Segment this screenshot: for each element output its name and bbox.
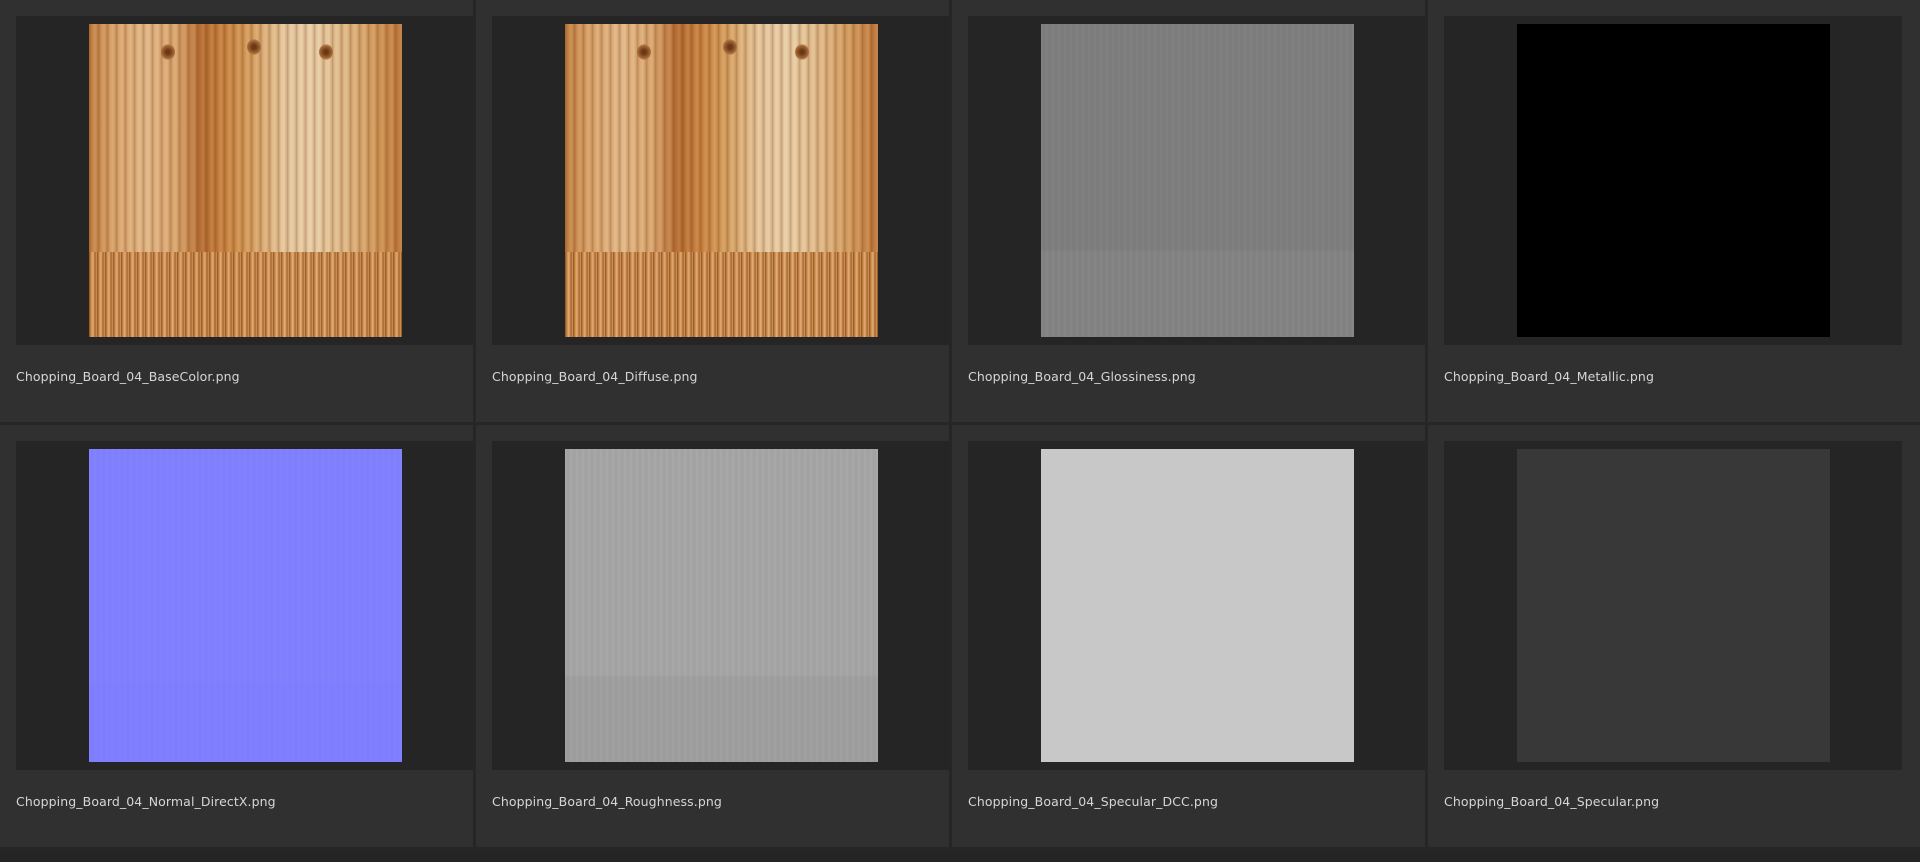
- file-name[interactable]: Chopping_Board_04_Roughness.png: [492, 794, 722, 809]
- thumbnail-frame: [492, 441, 949, 770]
- metallic-texture-thumbnail[interactable]: [1517, 24, 1830, 337]
- file-tile-roughness[interactable]: Chopping_Board_04_Roughness.png: [476, 425, 952, 850]
- file-name[interactable]: Chopping_Board_04_BaseColor.png: [16, 369, 240, 384]
- thumbnail-frame: [16, 16, 473, 345]
- file-tile-metallic[interactable]: Chopping_Board_04_Metallic.png: [1428, 0, 1920, 425]
- file-tile-glossiness[interactable]: Chopping_Board_04_Glossiness.png: [952, 0, 1428, 425]
- file-tile-specular[interactable]: Chopping_Board_04_Specular.png: [1428, 425, 1920, 850]
- roughness-texture-thumbnail[interactable]: [565, 449, 878, 762]
- file-name[interactable]: Chopping_Board_04_Specular.png: [1444, 794, 1659, 809]
- diffuse-texture-thumbnail[interactable]: [565, 24, 878, 337]
- thumbnail-frame: [1444, 441, 1902, 770]
- file-tile-diffuse[interactable]: Chopping_Board_04_Diffuse.png: [476, 0, 952, 425]
- thumbnail-frame: [492, 16, 949, 345]
- file-tile-specular-dcc[interactable]: Chopping_Board_04_Specular_DCC.png: [952, 425, 1428, 850]
- specular-texture-thumbnail[interactable]: [1517, 449, 1830, 762]
- glossiness-texture-thumbnail[interactable]: [1041, 24, 1354, 337]
- specular-dcc-texture-thumbnail[interactable]: [1041, 449, 1354, 762]
- thumbnail-frame: [1444, 16, 1902, 345]
- thumbnail-frame: [968, 441, 1425, 770]
- file-name[interactable]: Chopping_Board_04_Specular_DCC.png: [968, 794, 1218, 809]
- basecolor-texture-thumbnail[interactable]: [89, 24, 402, 337]
- file-name[interactable]: Chopping_Board_04_Metallic.png: [1444, 369, 1654, 384]
- file-tile-normal[interactable]: Chopping_Board_04_Normal_DirectX.png: [0, 425, 476, 850]
- normal-texture-thumbnail[interactable]: [89, 449, 402, 762]
- thumbnail-frame: [968, 16, 1425, 345]
- thumbnail-frame: [16, 441, 473, 770]
- file-name[interactable]: Chopping_Board_04_Normal_DirectX.png: [16, 794, 276, 809]
- file-grid: Chopping_Board_04_BaseColor.png Chopping…: [0, 0, 1920, 862]
- file-name[interactable]: Chopping_Board_04_Glossiness.png: [968, 369, 1196, 384]
- file-name[interactable]: Chopping_Board_04_Diffuse.png: [492, 369, 698, 384]
- file-tile-basecolor[interactable]: Chopping_Board_04_BaseColor.png: [0, 0, 476, 425]
